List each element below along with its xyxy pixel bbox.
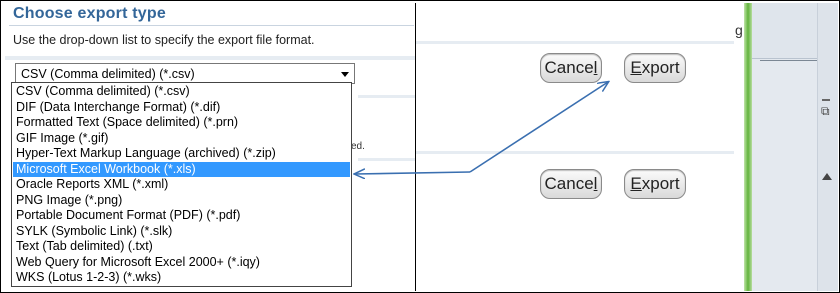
dropdown-option[interactable]: Web Query for Microsoft Excel 2000+ (*.i… [13,255,350,270]
section-band [416,151,734,154]
obscured-text: ed. [351,141,365,152]
scroll-up-icon[interactable] [822,173,832,180]
dropdown-option[interactable]: PNG Image (*.png) [13,193,350,208]
section-band [416,41,734,44]
chevron-down-icon[interactable] [341,72,349,77]
window-edge [734,3,744,291]
dropdown-option[interactable]: Text (Tab delimited) (.txt) [13,239,350,254]
cancel-button[interactable]: Cancel [540,53,602,83]
title-divider [9,25,414,26]
dropdown-option[interactable]: Microsoft Excel Workbook (*.xls) [13,161,350,177]
section-band [358,158,416,161]
dropdown-option[interactable]: CSV (Comma delimited) (*.csv) [13,84,350,99]
ribbon-divider [760,60,818,61]
export-button[interactable]: Export [624,53,686,83]
select-value: CSV (Comma delimited) (*.csv) [21,67,195,81]
dropdown-option[interactable]: Formatted Text (Space delimited) (*.prn) [13,115,350,130]
dropdown-option[interactable]: Hyper-Text Markup Language (archived) (*… [13,146,350,161]
export-type-select[interactable]: CSV (Comma delimited) (*.csv) [15,63,355,84]
section-band [358,95,416,98]
dropdown-option[interactable]: Oracle Reports XML (*.xml) [13,177,350,192]
app-window-chrome: g ⧉ [734,3,838,291]
dialog-title: Choose export type [13,5,166,22]
green-status-bar [744,3,752,291]
export-type-dropdown-list: CSV (Comma delimited) (*.csv) DIF (Data I… [11,82,352,287]
dialog-description: Use the drop-down list to specify the ex… [13,33,315,47]
dropdown-option[interactable]: SYLK (Symbolic Link) (*.slk) [13,224,350,239]
screenshot-frame: Choose export type Use the drop-down lis… [0,0,840,293]
dropdown-option[interactable]: GIF Image (*.gif) [13,131,350,146]
truncated-label: g [735,22,743,38]
scroll-strip[interactable] [818,3,838,291]
cancel-button[interactable]: Cancel [540,169,602,199]
section-band [5,56,415,60]
export-button[interactable]: Export [624,169,686,199]
dropdown-option[interactable]: WKS (Lotus 1-2-3) (*.wks) [13,270,350,285]
button-panel: Cancel Export Cancel Export [415,3,735,291]
dropdown-option[interactable]: Portable Document Format (PDF) (*.pdf) [13,208,350,223]
minimize-icon[interactable] [822,99,830,101]
dropdown-option[interactable]: DIF (Data Interchange Format) (*.dif) [13,100,350,115]
window-icon[interactable]: ⧉ [821,104,830,119]
